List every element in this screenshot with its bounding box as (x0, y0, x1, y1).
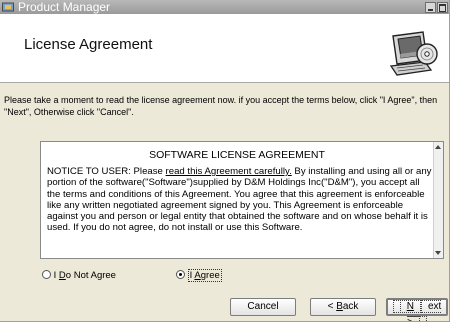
next-button-mnemonic: N (399, 300, 421, 313)
app-icon (2, 1, 14, 13)
next-button-label: Next > (392, 300, 442, 321)
back-button-rest: ack (342, 301, 359, 312)
license-scrollbar[interactable] (433, 142, 443, 258)
license-body: NOTICE TO USER: Please read this Agreeme… (47, 166, 433, 234)
computer-disc-icon (383, 24, 439, 80)
maximize-button[interactable] (437, 2, 448, 13)
license-body-prefix: NOTICE TO USER: Please (47, 166, 166, 177)
scroll-up-arrow-icon[interactable] (435, 145, 441, 149)
window-title: Product Manager (18, 0, 111, 14)
title-bar[interactable]: Product Manager (0, 0, 449, 14)
back-button[interactable]: < Back (310, 298, 376, 316)
back-button-mnemonic: B (336, 301, 343, 312)
do-not-agree-label-rest: o Not Agree (65, 270, 116, 281)
wizard-header: License Agreement (0, 14, 449, 83)
do-not-agree-label-mnemonic: D (58, 270, 66, 281)
scroll-down-arrow-icon[interactable] (435, 251, 441, 255)
intro-text: Please take a moment to read the license… (4, 95, 438, 117)
license-textbox[interactable]: SOFTWARE LICENSE AGREEMENT NOTICE TO USE… (40, 141, 444, 259)
installer-window: Product Manager License Agreement Please… (0, 0, 450, 322)
license-body-underlined: read this Agreement carefully. (165, 166, 292, 177)
cancel-button[interactable]: Cancel (230, 298, 296, 316)
next-button[interactable]: Next > (386, 298, 448, 321)
do-not-agree-radio[interactable] (42, 270, 51, 279)
back-button-prefix: < (327, 301, 337, 312)
minimize-button[interactable] (425, 2, 436, 13)
agree-label: I Agree (187, 269, 222, 282)
license-heading: SOFTWARE LICENSE AGREEMENT (149, 149, 325, 161)
agree-label-rest: gree (200, 270, 220, 281)
page-title: License Agreement (24, 36, 153, 53)
agree-option[interactable]: I Agree (176, 269, 222, 282)
agree-radio[interactable] (176, 270, 185, 279)
do-not-agree-label: I Do Not Agree (54, 270, 116, 281)
do-not-agree-option[interactable]: I Do Not Agree (42, 270, 116, 282)
